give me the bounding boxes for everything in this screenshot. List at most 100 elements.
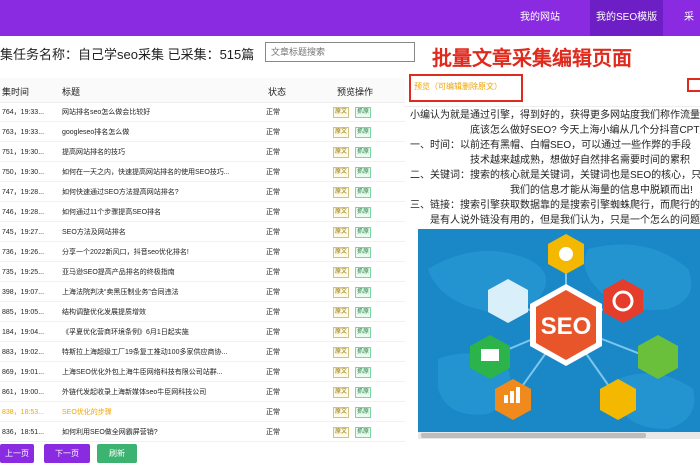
row-title[interactable]: 如何通过11个步骤提高SEO排名 <box>62 207 161 217</box>
row-status: 正常 <box>266 409 280 416</box>
refresh-button[interactable]: 刷新 <box>97 444 137 463</box>
row-title[interactable]: 结构调整优化发展提质增效 <box>62 307 146 317</box>
original-tag[interactable]: 原文 <box>333 327 350 338</box>
row-title[interactable]: 特斯拉上海超级工厂19条复工推动100多家供应商协... <box>62 347 227 357</box>
original-tag[interactable]: 原文 <box>333 147 350 158</box>
original-tag[interactable]: 原文 <box>333 207 350 218</box>
row-status: 正常 <box>266 189 280 196</box>
table-row[interactable]: 751，19:30... 提高网站排名的技巧 正常 原文 抓原 <box>0 142 405 162</box>
fetch-tag[interactable]: 抓原 <box>355 127 372 138</box>
fetch-tag[interactable]: 抓原 <box>355 187 372 198</box>
row-status: 正常 <box>266 329 280 336</box>
original-tag[interactable]: 原文 <box>333 427 350 438</box>
horizontal-scrollbar[interactable] <box>418 432 700 439</box>
table-row[interactable]: 869，19:01... 上海SEO优化外包上海牛臣网络科技有限公司站群... 正常… <box>0 362 405 382</box>
table-row[interactable]: 746，19:28... 如何通过11个步骤提高SEO排名 正常 原文 抓原 <box>0 202 405 222</box>
row-title[interactable]: 如何利用SEO做全网霸屏营销? <box>62 427 158 437</box>
row-status: 正常 <box>266 309 280 316</box>
row-time: 398，19:07... <box>2 289 45 296</box>
table-row[interactable]: 836，18:51... 如何利用SEO做全网霸屏营销? 正常 原文 抓原 <box>0 422 405 442</box>
table-row[interactable]: 838，18:53... SEO优化的步骤 正常 原文 抓原 <box>0 402 405 422</box>
row-time: 736，19:26... <box>2 249 45 256</box>
article-line: 我们的信息才能从海量的信息中脱颖而出! <box>510 185 693 196</box>
original-tag[interactable]: 原文 <box>333 387 350 398</box>
row-title[interactable]: 上海法院判决“卖黑压制业务”合同违法 <box>62 287 179 297</box>
original-tag[interactable]: 原文 <box>333 287 350 298</box>
table-row[interactable]: 398，19:07... 上海法院判决“卖黑压制业务”合同违法 正常 原文 抓原 <box>0 282 405 302</box>
header-time: 集时间 <box>2 87 30 97</box>
table-row[interactable]: 861，19:00... 外链代发起收录上海新媒体seo牛臣网科技公司 正常 原文 抓原 <box>0 382 405 402</box>
table-header: 集时间 标题 状态 预览操作 <box>0 78 405 103</box>
row-title[interactable]: 提高网站排名的技巧 <box>62 147 125 157</box>
row-status: 正常 <box>266 129 280 136</box>
row-status: 正常 <box>266 149 280 156</box>
fetch-tag[interactable]: 抓原 <box>355 167 372 178</box>
row-title[interactable]: googleseo排名怎么做 <box>62 127 129 137</box>
table-row[interactable]: 736，19:26... 分享一个2022新风口，抖音seo优化排名! 正常 原文 抓原 <box>0 242 405 262</box>
fetch-tag[interactable]: 抓原 <box>355 107 372 118</box>
fetch-tag[interactable]: 抓原 <box>355 327 372 338</box>
fetch-tag[interactable]: 抓原 <box>355 287 372 298</box>
original-tag[interactable]: 原文 <box>333 227 350 238</box>
original-tag[interactable]: 原文 <box>333 307 350 318</box>
fetch-tag[interactable]: 抓原 <box>355 407 372 418</box>
row-title[interactable]: SEO优化的步骤 <box>62 407 112 417</box>
row-title[interactable]: 分享一个2022新风口，抖音seo优化排名! <box>62 247 189 257</box>
row-title[interactable]: 《孚夏优化营商环境条例》6月1日起实施 <box>62 327 189 337</box>
original-tag[interactable]: 原文 <box>333 407 350 418</box>
header-title: 标题 <box>62 87 81 97</box>
row-title[interactable]: 如何快速通过SEO方法提高网站排名? <box>62 187 179 197</box>
fetch-tag[interactable]: 抓原 <box>355 347 372 358</box>
row-status: 正常 <box>266 229 280 236</box>
table-row[interactable]: 750，19:30... 如何在一天之内，快速提高网站排名的使用SEO技巧... 正… <box>0 162 405 182</box>
table-row[interactable]: 735，19:25... 亚马逊SEO提高产品排名的终极指南 正常 原文 抓原 <box>0 262 405 282</box>
preview-label[interactable]: 预览（可编辑删除原文） <box>414 81 502 92</box>
fetch-tag[interactable]: 抓原 <box>355 387 372 398</box>
table-row[interactable]: 763，19:33... googleseo排名怎么做 正常 原文 抓原 <box>0 122 405 142</box>
original-tag[interactable]: 原文 <box>333 367 350 378</box>
fetch-tag[interactable]: 抓原 <box>355 227 372 238</box>
fetch-tag[interactable]: 抓原 <box>355 147 372 158</box>
nav-collect[interactable]: 采集 <box>684 0 700 59</box>
row-time: 836，18:51... <box>2 429 45 436</box>
scrollbar-thumb[interactable] <box>421 433 646 438</box>
row-title[interactable]: 外链代发起收录上海新媒体seo牛臣网科技公司 <box>62 387 206 397</box>
original-tag[interactable]: 原文 <box>333 267 350 278</box>
table-row[interactable]: 764，19:33... 网站排名seo怎么做会比较好 正常 原文 抓原 <box>0 102 405 122</box>
table-row[interactable]: 883，19:02... 特斯拉上海超级工厂19条复工推动100多家供应商协...… <box>0 342 405 362</box>
row-status: 正常 <box>266 209 280 216</box>
header-preview-action: 预览操作 <box>337 87 374 97</box>
table-row[interactable]: 184，19:04... 《孚夏优化营商环境条例》6月1日起实施 正常 原文 抓原 <box>0 322 405 342</box>
row-title[interactable]: 亚马逊SEO提高产品排名的终极指南 <box>62 267 175 277</box>
fetch-tag[interactable]: 抓原 <box>355 367 372 378</box>
prev-page-button[interactable]: 上一页 <box>0 444 34 463</box>
preview-article[interactable]: 小编认为就是通过引擎，得到好的，获得更多网站度我们称作流量 底该怎么做好SEO?… <box>410 108 700 228</box>
original-tag[interactable]: 原文 <box>333 107 350 118</box>
fetch-tag[interactable]: 抓原 <box>355 267 372 278</box>
preview-header: 预览（可编辑删除原文） <box>404 72 700 107</box>
original-tag[interactable]: 原文 <box>333 127 350 138</box>
fetch-tag[interactable]: 抓原 <box>355 427 372 438</box>
original-tag[interactable]: 原文 <box>333 247 350 258</box>
nav-seo-templates[interactable]: 我的SEO模版 <box>590 0 664 36</box>
row-title[interactable]: 上海SEO优化外包上海牛臣网络科技有限公司站群... <box>62 367 223 377</box>
fetch-tag[interactable]: 抓原 <box>355 307 372 318</box>
fetch-tag[interactable]: 抓原 <box>355 247 372 258</box>
search-input[interactable] <box>265 42 415 62</box>
row-time: 838，18:53... <box>2 409 45 416</box>
row-time: 861，19:00... <box>2 389 45 396</box>
row-title[interactable]: SEO方法及网站排名 <box>62 227 126 237</box>
original-tag[interactable]: 原文 <box>333 347 350 358</box>
table-row[interactable]: 747，19:28... 如何快速通过SEO方法提高网站排名? 正常 原文 抓原 <box>0 182 405 202</box>
original-tag[interactable]: 原文 <box>333 167 350 178</box>
nav-my-sites[interactable]: 我的网站 <box>520 0 560 36</box>
next-page-button[interactable]: 下一页 <box>44 444 90 463</box>
article-line: 技术越来越成熟，想做好自然排名需要时间的累积 <box>470 155 690 166</box>
fetch-tag[interactable]: 抓原 <box>355 207 372 218</box>
row-title[interactable]: 如何在一天之内，快速提高网站排名的使用SEO技巧... <box>62 167 230 177</box>
original-tag[interactable]: 原文 <box>333 187 350 198</box>
table-row[interactable]: 745，19:27... SEO方法及网站排名 正常 原文 抓原 <box>0 222 405 242</box>
row-title[interactable]: 网站排名seo怎么做会比较好 <box>62 107 150 117</box>
table-row[interactable]: 885，19:05... 结构调整优化发展提质增效 正常 原文 抓原 <box>0 302 405 322</box>
row-status: 正常 <box>266 389 280 396</box>
